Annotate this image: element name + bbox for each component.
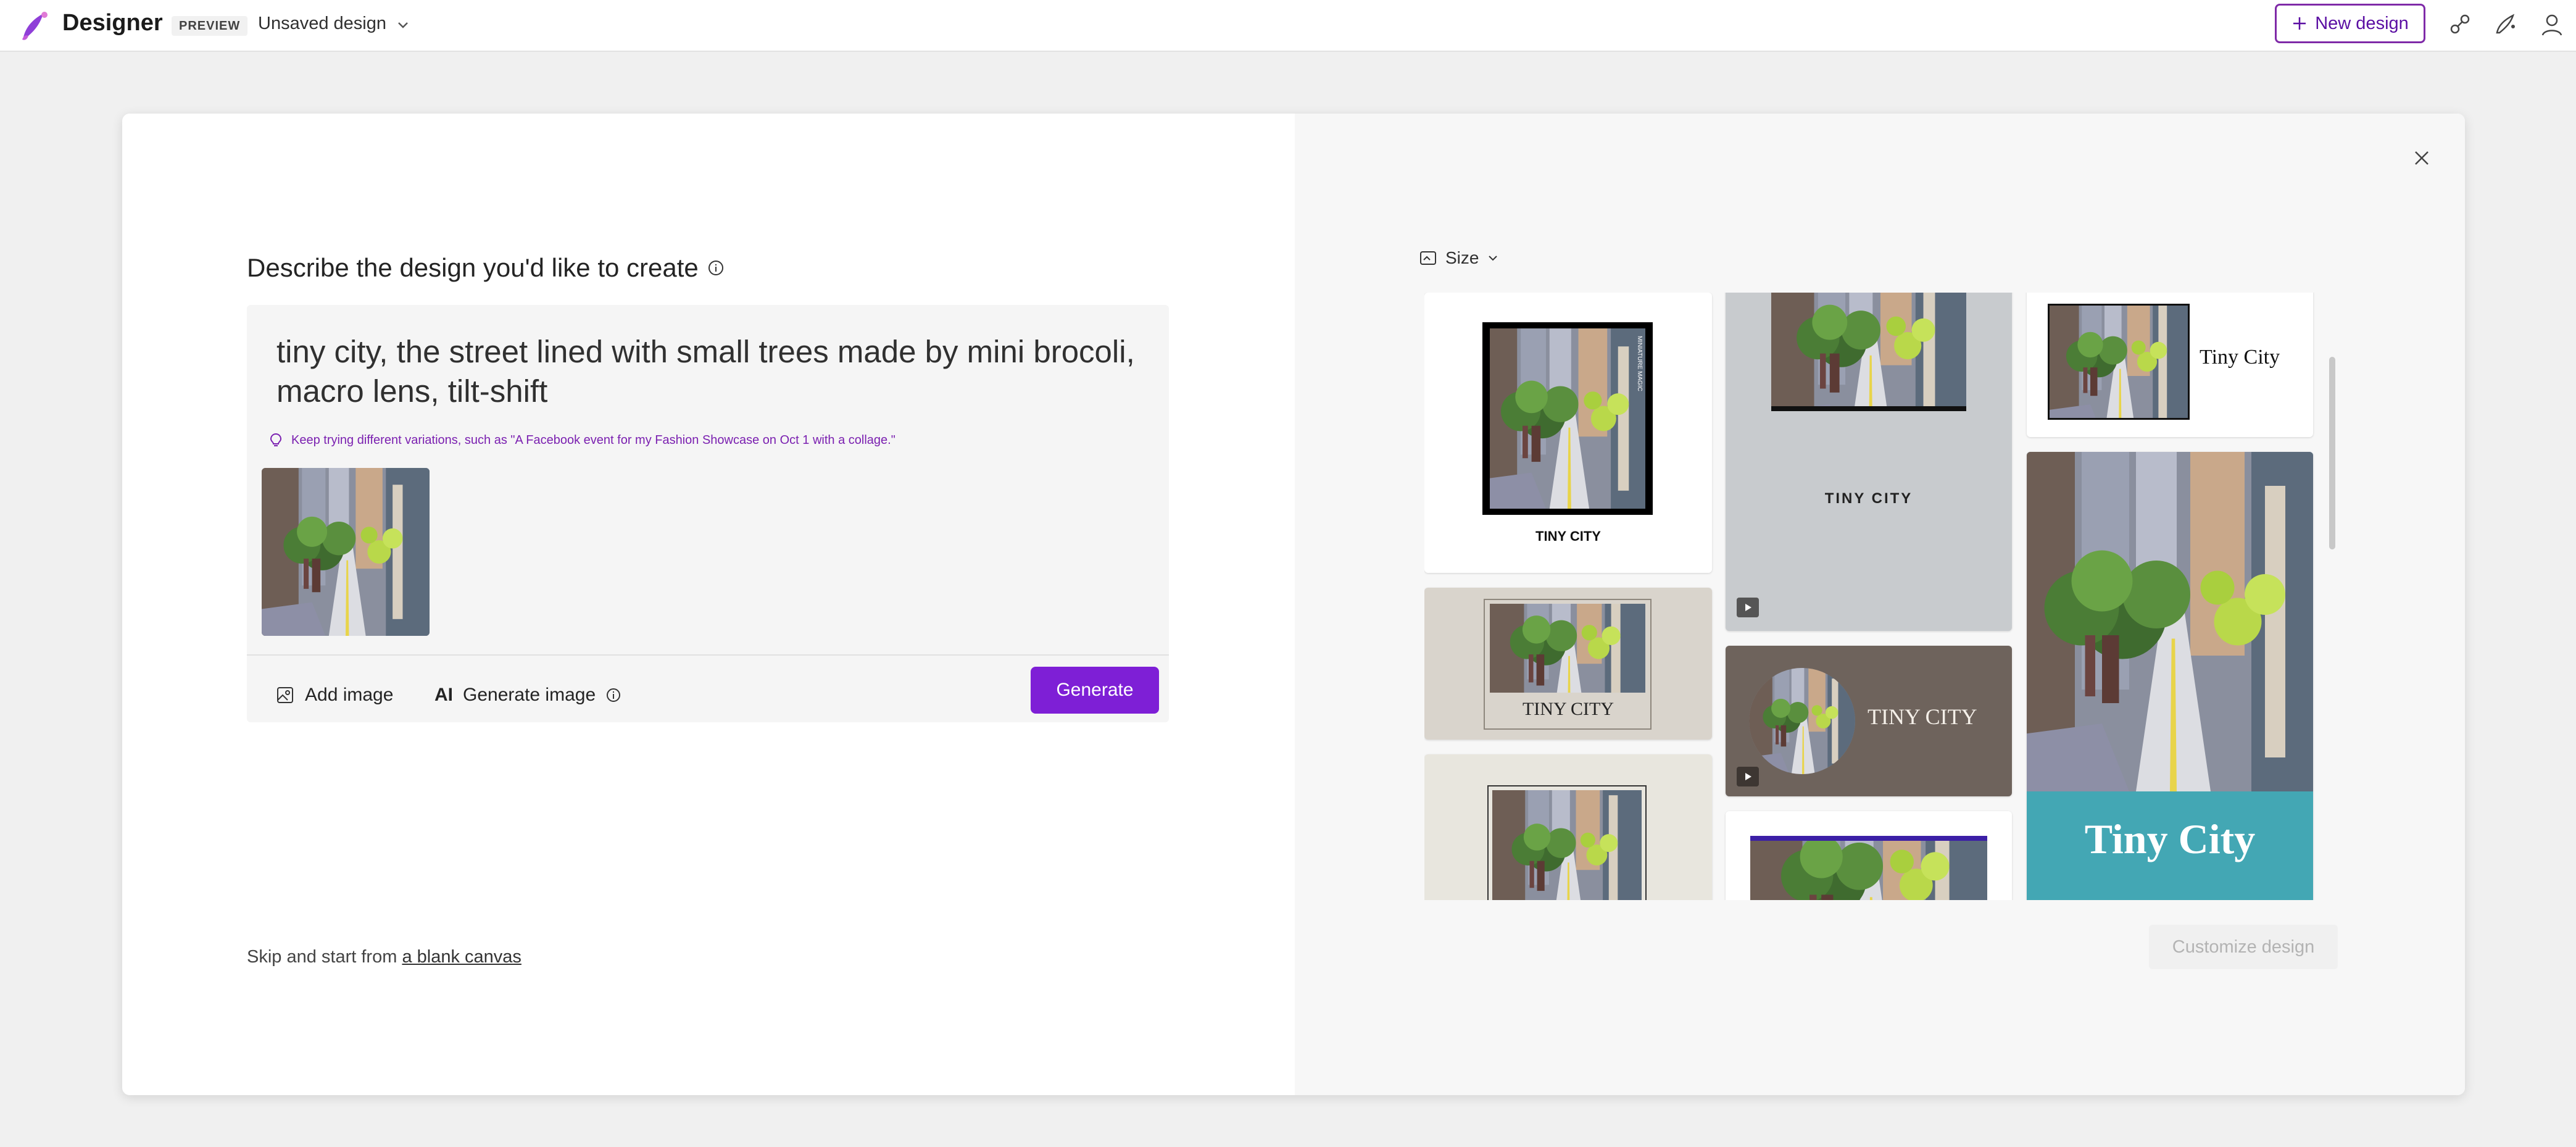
close-icon[interactable] (2409, 146, 2434, 170)
add-image-label: Add image (305, 685, 394, 705)
top-bar: Designer PREVIEW Unsaved design New desi… (0, 0, 2576, 52)
image-add-icon (277, 687, 293, 703)
lightbulb-icon (270, 433, 282, 446)
app-name[interactable]: Designer (62, 10, 163, 36)
size-label: Size (1445, 248, 1479, 267)
card-title: TINY CITY (1522, 699, 1614, 719)
card-title: Tiny City (2200, 346, 2280, 369)
card-title: TINY CITY (1868, 704, 1977, 729)
describe-heading: Describe the design you'd like to create (247, 253, 725, 283)
generate-image-button[interactable]: AI Generate image (434, 673, 621, 717)
chevron-down-icon (1489, 256, 1498, 261)
card-title: Tiny City (2084, 815, 2256, 862)
video-icon (1737, 598, 1759, 617)
new-design-button[interactable]: New design (2275, 4, 2425, 43)
design-card[interactable]: MINIATURE MAGIC TINY CITY (1424, 293, 1712, 573)
size-icon (1420, 251, 1436, 265)
prompt-input[interactable]: tiny city, the street lined with small t… (276, 332, 1141, 411)
customize-design-button[interactable]: Customize design (2149, 925, 2338, 969)
document-name[interactable]: Unsaved design (258, 14, 386, 34)
generate-button[interactable]: Generate (1031, 667, 1159, 714)
share-icon[interactable] (2445, 10, 2474, 39)
design-card[interactable]: TINY CITY (1424, 588, 1712, 740)
generate-image-label: Generate image (463, 685, 596, 705)
add-image-button[interactable]: Add image (275, 673, 393, 717)
prompt-box[interactable]: tiny city, the street lined with small t… (247, 305, 1169, 722)
design-card[interactable] (1726, 811, 2012, 900)
designer-logo-icon[interactable] (17, 9, 52, 43)
account-icon[interactable] (2538, 10, 2566, 39)
skip-prefix: Skip and start from (247, 947, 402, 967)
paint-brush-icon[interactable] (2491, 10, 2519, 39)
preview-badge: PREVIEW (172, 16, 248, 36)
tip-text: Keep trying different variations, such a… (291, 433, 895, 447)
chevron-down-icon[interactable] (395, 17, 411, 33)
uploaded-image-thumbnail[interactable] (262, 468, 430, 636)
blank-canvas-link[interactable]: a blank canvas (402, 947, 521, 967)
new-design-label: New design (2315, 13, 2409, 33)
tip-row: Keep trying different variations, such a… (268, 432, 895, 448)
card-title: TINY CITY (1824, 490, 1913, 507)
design-card[interactable]: TINY CITY (1726, 646, 2012, 796)
plus-icon (2293, 17, 2306, 30)
card-title: TINY CITY (1535, 528, 1601, 544)
design-card[interactable]: TINY CITY (1726, 293, 2012, 631)
prompt-divider (247, 654, 1169, 656)
design-card[interactable] (1424, 754, 1712, 900)
design-gallery: MINIATURE MAGIC TINY CITY TINY CITY TINY… (1424, 293, 2337, 900)
info-icon[interactable] (605, 687, 621, 703)
skip-row: Skip and start from a blank canvas (247, 947, 521, 967)
card-side-text: MINIATURE MAGIC (1636, 336, 1643, 391)
design-card[interactable]: Tiny City (2027, 452, 2313, 900)
info-icon[interactable] (707, 259, 725, 277)
design-card[interactable]: Tiny City (2027, 293, 2313, 437)
ai-icon: AI (434, 685, 453, 705)
describe-heading-text: Describe the design you'd like to create (247, 253, 699, 282)
size-dropdown[interactable]: Size (1418, 248, 1500, 268)
video-icon (1737, 767, 1759, 786)
gallery-scrollbar-thumb[interactable] (2329, 357, 2335, 549)
